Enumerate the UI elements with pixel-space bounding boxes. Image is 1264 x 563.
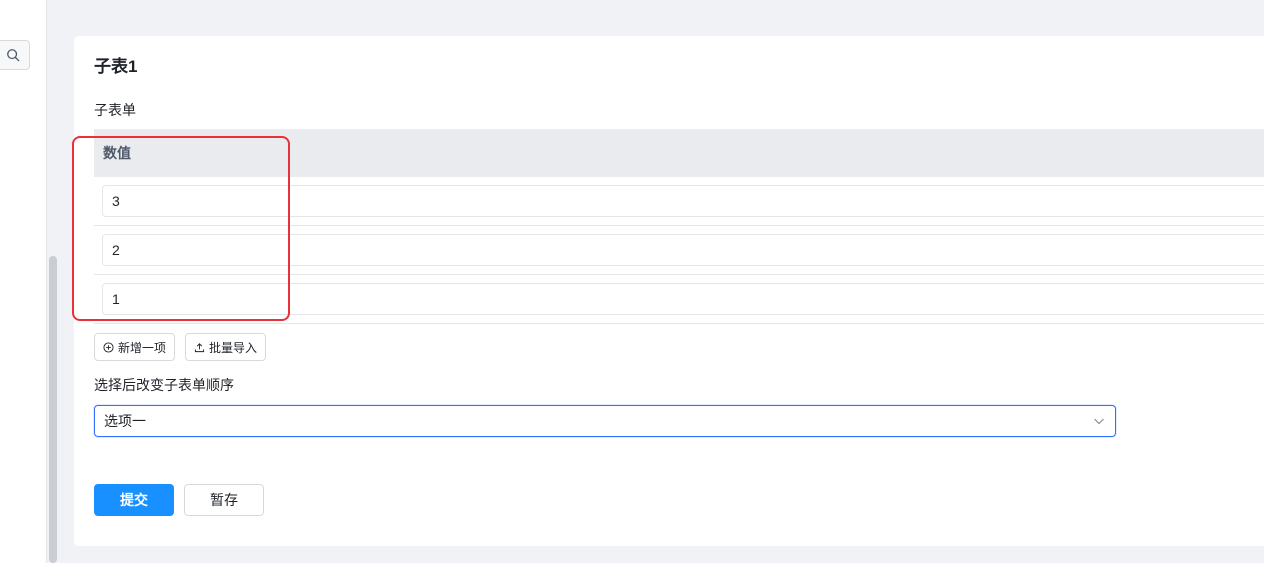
- subform-actions: 新增一项 批量导入: [94, 333, 267, 361]
- form-actions: 提交 暂存: [94, 484, 264, 516]
- subform-table: 数值 3 2 1: [94, 129, 1264, 324]
- save-draft-button[interactable]: 暂存: [184, 484, 264, 516]
- table-row: 3: [94, 177, 1264, 226]
- value-input[interactable]: 3: [102, 185, 1264, 217]
- subform-label: 子表单: [94, 102, 136, 118]
- chevron-down-icon: [1094, 418, 1104, 425]
- form-card: 子表1 子表单 数值 3 2 1 新增一项 批量导入 选择后改变子表单顺序 选项…: [72, 36, 1264, 546]
- table-header-value: 数值: [94, 129, 1264, 177]
- upload-icon: [194, 342, 205, 352]
- value-input[interactable]: 2: [102, 234, 1264, 266]
- add-item-label: 新增一项: [118, 340, 167, 355]
- search-icon: [7, 49, 20, 62]
- batch-import-label: 批量导入: [209, 340, 258, 355]
- sidebar: i: [0, 0, 47, 563]
- submit-button[interactable]: 提交: [94, 484, 174, 516]
- plus-circle-icon: [103, 341, 114, 353]
- order-select-label: 选择后改变子表单顺序: [94, 377, 234, 393]
- batch-import-button[interactable]: 批量导入: [185, 333, 267, 361]
- table-row: 1: [94, 275, 1264, 324]
- value-input[interactable]: 1: [102, 283, 1264, 315]
- sidebar-search-button[interactable]: [0, 40, 30, 70]
- page-title: 子表1: [94, 57, 138, 76]
- add-item-button[interactable]: 新增一项: [94, 333, 176, 361]
- order-select[interactable]: 选项一: [94, 405, 1116, 437]
- scrollbar[interactable]: [49, 256, 57, 563]
- table-row: 2: [94, 226, 1264, 275]
- order-select-value: 选项一: [104, 413, 146, 429]
